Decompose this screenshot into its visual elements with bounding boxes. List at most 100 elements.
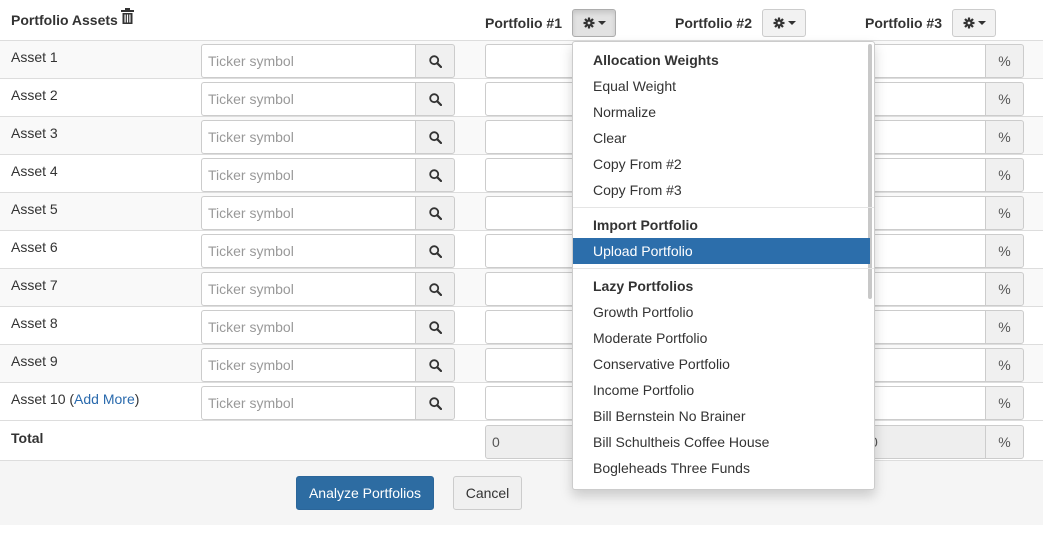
- portfolio-1-label: Portfolio #1: [485, 15, 563, 31]
- dropdown-header-import: Import Portfolio: [593, 217, 698, 233]
- menu-item-copy-from-2[interactable]: Copy From #2: [573, 151, 870, 177]
- search-button[interactable]: [415, 272, 455, 306]
- portfolio-1-weight-input[interactable]: [485, 158, 575, 192]
- asset-label: Asset 7: [11, 277, 58, 293]
- ticker-input[interactable]: [201, 158, 416, 192]
- portfolio-2-menu-button[interactable]: [762, 9, 806, 37]
- portfolio-3-weight-input[interactable]: [870, 158, 987, 192]
- analyze-portfolios-button[interactable]: Analyze Portfolios: [296, 476, 434, 510]
- percent-addon: %: [985, 158, 1024, 192]
- asset-label: Asset 3: [11, 125, 58, 141]
- menu-item-conservative-portfolio[interactable]: Conservative Portfolio: [573, 351, 870, 377]
- menu-item-bill-schultheis-coffee-house[interactable]: Bill Schultheis Coffee House: [573, 429, 870, 455]
- portfolio-1-weight-input[interactable]: [485, 348, 575, 382]
- portfolio-1-dropdown-menu: Allocation Weights Equal Weight Normaliz…: [572, 41, 875, 490]
- portfolio-3-weight-input[interactable]: [870, 82, 987, 116]
- menu-item-moderate-portfolio[interactable]: Moderate Portfolio: [573, 325, 870, 351]
- search-icon: [428, 320, 442, 334]
- table-row: Asset 3%: [0, 116, 1043, 154]
- page-title: Portfolio Assets: [11, 12, 118, 28]
- ticker-input[interactable]: [201, 120, 416, 154]
- add-more-link[interactable]: Add More: [74, 391, 135, 407]
- asset-label: Asset 4: [11, 163, 58, 179]
- ticker-input[interactable]: [201, 272, 416, 306]
- percent-addon: %: [985, 234, 1024, 268]
- portfolio-1-weight-input[interactable]: [485, 196, 575, 230]
- portfolio-1-weight-input[interactable]: [485, 82, 575, 116]
- percent-addon: %: [985, 386, 1024, 420]
- menu-item-equal-weight[interactable]: Equal Weight: [573, 73, 870, 99]
- search-button[interactable]: [415, 234, 455, 268]
- menu-item-bogleheads-four-funds[interactable]: Bogleheads Four Funds: [573, 481, 870, 489]
- percent-addon: %: [985, 310, 1024, 344]
- search-icon: [428, 396, 442, 410]
- percent-addon: %: [985, 348, 1024, 382]
- search-icon: [428, 244, 442, 258]
- ticker-input[interactable]: [201, 310, 416, 344]
- ticker-input[interactable]: [201, 44, 416, 78]
- portfolio-3-weight-input[interactable]: [870, 310, 987, 344]
- asset-label: Asset 10 (Add More): [11, 391, 140, 407]
- search-button[interactable]: [415, 44, 455, 78]
- portfolio-1-weight-input[interactable]: [485, 120, 575, 154]
- table-row: Asset 8%: [0, 306, 1043, 344]
- portfolio-3-label: Portfolio #3: [865, 15, 943, 31]
- table-row: Asset 10 (Add More)%: [0, 382, 1043, 420]
- menu-item-growth-portfolio[interactable]: Growth Portfolio: [573, 299, 870, 325]
- table-row: Asset 6%: [0, 230, 1043, 268]
- table-row: Asset 9%: [0, 344, 1043, 382]
- menu-item-income-portfolio[interactable]: Income Portfolio: [573, 377, 870, 403]
- total-portfolio-1: 0: [485, 425, 575, 459]
- menu-item-copy-from-3[interactable]: Copy From #3: [573, 177, 870, 203]
- ticker-input[interactable]: [201, 196, 416, 230]
- asset-label: Asset 1: [11, 49, 58, 65]
- portfolio-1-weight-input[interactable]: [485, 386, 575, 420]
- ticker-input[interactable]: [201, 386, 416, 420]
- portfolio-3-weight-input[interactable]: [870, 196, 987, 230]
- portfolio-3-weight-input[interactable]: [870, 44, 987, 78]
- table-row: Asset 7%: [0, 268, 1043, 306]
- dropdown-divider: [573, 207, 874, 208]
- ticker-input[interactable]: [201, 348, 416, 382]
- search-button[interactable]: [415, 158, 455, 192]
- search-button[interactable]: [415, 310, 455, 344]
- portfolio-3-weight-input[interactable]: [870, 234, 987, 268]
- gear-icon: [583, 17, 594, 29]
- portfolio-1-menu-button[interactable]: [572, 9, 616, 37]
- search-button[interactable]: [415, 348, 455, 382]
- ticker-input[interactable]: [201, 82, 416, 116]
- search-button[interactable]: [415, 386, 455, 420]
- search-icon: [428, 130, 442, 144]
- portfolio-3-weight-input[interactable]: [870, 120, 987, 154]
- dropdown-header-lazy: Lazy Portfolios: [593, 278, 694, 294]
- gear-icon: [773, 17, 784, 29]
- portfolio-1-weight-input[interactable]: [485, 310, 575, 344]
- trash-icon[interactable]: [121, 8, 134, 27]
- cancel-button[interactable]: Cancel: [453, 476, 522, 510]
- search-button[interactable]: [415, 82, 455, 116]
- caret-down-icon: [977, 21, 986, 25]
- table-row: Asset 4%: [0, 154, 1043, 192]
- portfolio-1-weight-input[interactable]: [485, 234, 575, 268]
- search-icon: [428, 282, 442, 296]
- menu-item-upload-portfolio[interactable]: Upload Portfolio: [573, 238, 870, 264]
- portfolio-3-weight-input[interactable]: [870, 386, 987, 420]
- search-button[interactable]: [415, 196, 455, 230]
- dropdown-divider: [573, 268, 874, 269]
- search-icon: [428, 206, 442, 220]
- portfolio-3-weight-input[interactable]: [870, 272, 987, 306]
- caret-down-icon: [597, 21, 606, 25]
- ticker-input[interactable]: [201, 234, 416, 268]
- menu-item-clear[interactable]: Clear: [573, 125, 870, 151]
- search-button[interactable]: [415, 120, 455, 154]
- portfolio-1-weight-input[interactable]: [485, 44, 575, 78]
- portfolio-1-weight-input[interactable]: [485, 272, 575, 306]
- menu-item-normalize[interactable]: Normalize: [573, 99, 870, 125]
- total-row: Total 0 0 %: [0, 420, 1043, 460]
- menu-item-bill-bernstein-no-brainer[interactable]: Bill Bernstein No Brainer: [573, 403, 870, 429]
- search-icon: [428, 92, 442, 106]
- portfolio-3-weight-input[interactable]: [870, 348, 987, 382]
- portfolio-3-menu-button[interactable]: [952, 9, 996, 37]
- percent-addon: %: [985, 425, 1024, 459]
- menu-item-bogleheads-three-funds[interactable]: Bogleheads Three Funds: [573, 455, 870, 481]
